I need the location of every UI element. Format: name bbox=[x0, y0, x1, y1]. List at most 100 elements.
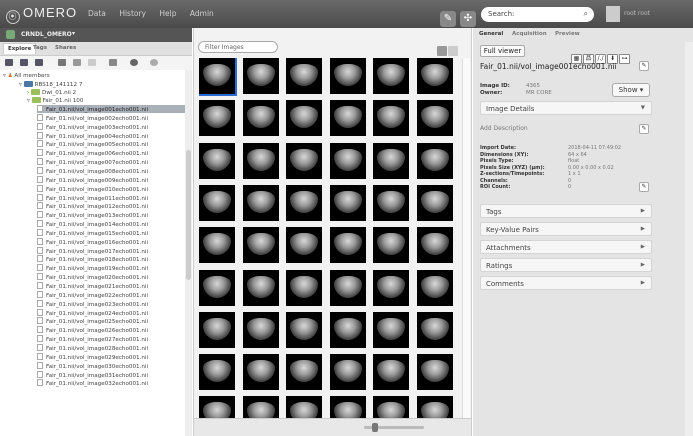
image-thumbnail[interactable] bbox=[199, 354, 235, 391]
group-selector[interactable]: CRNDL_OMERO ▾ bbox=[0, 28, 192, 42]
tree-image-item[interactable]: Fair_01.nii/vol_image024echo001.nii bbox=[37, 308, 185, 317]
image-thumbnail[interactable] bbox=[329, 142, 366, 179]
image-thumbnail[interactable] bbox=[199, 311, 235, 348]
filter-images-input[interactable]: Filter Images bbox=[198, 41, 278, 53]
image-thumbnail[interactable] bbox=[329, 354, 366, 391]
image-thumbnail[interactable] bbox=[242, 269, 279, 306]
tree-project[interactable]: ▿ RBS18_141112 7 bbox=[19, 81, 82, 88]
image-thumbnail[interactable] bbox=[286, 227, 322, 264]
tree-image-item[interactable]: Fair_01.nii/vol_image003echo001.nii bbox=[37, 122, 185, 131]
image-thumbnail[interactable] bbox=[286, 269, 322, 306]
search-input[interactable]: Search: ⌕ bbox=[481, 7, 594, 22]
image-thumbnail[interactable] bbox=[199, 58, 237, 96]
paste-icon[interactable] bbox=[88, 59, 96, 66]
image-thumbnail[interactable] bbox=[329, 58, 366, 94]
tree-image-item[interactable]: Fair_01.nii/vol_image001echo001.nii bbox=[37, 105, 185, 113]
nav-help[interactable]: Help bbox=[159, 9, 176, 18]
image-thumbnail[interactable] bbox=[416, 354, 453, 391]
image-thumbnail[interactable] bbox=[416, 100, 453, 137]
tree-image-item[interactable]: Fair_01.nii/vol_image026echo001.nii bbox=[37, 326, 185, 334]
image-thumbnail[interactable] bbox=[373, 227, 409, 264]
image-thumbnail[interactable] bbox=[329, 184, 366, 221]
image-thumbnail[interactable] bbox=[286, 396, 322, 418]
list-view-icon[interactable] bbox=[448, 46, 458, 56]
tree-image-item[interactable]: Fair_01.nii/vol_image032echo001.nii bbox=[37, 379, 185, 387]
thumbnail-view-icon[interactable] bbox=[437, 46, 447, 56]
new-dataset-icon[interactable] bbox=[20, 59, 28, 66]
image-thumbnail[interactable] bbox=[242, 354, 279, 391]
image-thumbnail[interactable] bbox=[329, 100, 366, 137]
nav-data[interactable]: Data bbox=[88, 9, 106, 18]
ratings-section[interactable]: Ratings ▶ bbox=[480, 258, 652, 272]
image-thumbnail[interactable] bbox=[242, 100, 279, 137]
link-icon[interactable]: ⊶ bbox=[619, 54, 630, 64]
tree-image-item[interactable]: Fair_01.nii/vol_image030echo001.nii bbox=[37, 361, 185, 370]
avatar[interactable] bbox=[606, 6, 620, 22]
tree-image-item[interactable]: Fair_01.nii/vol_image002echo001.nii bbox=[37, 113, 185, 122]
copy-icon[interactable] bbox=[73, 59, 81, 66]
cut-icon[interactable] bbox=[58, 59, 66, 66]
tree-image-item[interactable]: Fair_01.nii/vol_image023echo001.nii bbox=[37, 299, 185, 308]
scroll-thumb[interactable] bbox=[186, 150, 191, 280]
grid-scrollbar[interactable] bbox=[462, 58, 470, 418]
image-thumbnail[interactable] bbox=[199, 396, 235, 418]
tree-image-item[interactable]: Fair_01.nii/vol_image020echo001.nii bbox=[37, 273, 185, 281]
tree-image-item[interactable]: Fair_01.nii/vol_image006echo001.nii bbox=[37, 149, 185, 157]
tab-general[interactable]: General bbox=[479, 31, 503, 37]
tree-image-item[interactable]: Fair_01.nii/vol_image031echo001.nii bbox=[37, 370, 185, 379]
tree-root[interactable]: ▿ ♟ All members bbox=[3, 73, 50, 79]
nav-admin[interactable]: Admin bbox=[190, 9, 214, 18]
image-thumbnail[interactable] bbox=[373, 58, 409, 94]
tree-image-item[interactable]: Fair_01.nii/vol_image005echo001.nii bbox=[37, 140, 185, 148]
tree-scrollbar[interactable] bbox=[185, 70, 192, 436]
edit-name-icon[interactable]: ✎ bbox=[639, 61, 649, 71]
image-thumbnail[interactable] bbox=[199, 269, 235, 306]
tree-image-item[interactable]: Fair_01.nii/vol_image029echo001.nii bbox=[37, 352, 185, 361]
show-button[interactable]: Show ▾ bbox=[612, 83, 650, 97]
image-thumbnail[interactable] bbox=[329, 227, 366, 264]
image-thumbnail[interactable] bbox=[286, 184, 322, 221]
tree-image-item[interactable]: Fair_01.nii/vol_image018echo001.nii bbox=[37, 255, 185, 263]
tree-image-item[interactable]: Fair_01.nii/vol_image015echo001.nii bbox=[37, 228, 185, 237]
image-thumbnail[interactable] bbox=[329, 396, 366, 418]
tree-image-item[interactable]: Fair_01.nii/vol_image016echo001.nii bbox=[37, 237, 185, 246]
tree-image-item[interactable]: Fair_01.nii/vol_image019echo001.nii bbox=[37, 264, 185, 272]
chgrp-icon[interactable] bbox=[130, 59, 138, 66]
image-details-header[interactable]: Image Details ▼ bbox=[480, 101, 652, 115]
image-thumbnail[interactable] bbox=[373, 311, 409, 348]
image-thumbnail[interactable] bbox=[242, 311, 279, 348]
tab-tags[interactable]: Tags bbox=[33, 45, 47, 51]
nav-history[interactable]: History bbox=[119, 9, 146, 18]
image-thumbnail[interactable] bbox=[373, 354, 409, 391]
image-thumbnail[interactable] bbox=[416, 396, 453, 418]
image-thumbnail[interactable] bbox=[199, 100, 235, 137]
full-viewer-button[interactable]: Full viewer bbox=[480, 45, 525, 57]
image-thumbnail[interactable] bbox=[286, 100, 322, 137]
image-thumbnail[interactable] bbox=[373, 142, 409, 179]
image-thumbnail[interactable] bbox=[416, 269, 453, 306]
image-thumbnail[interactable] bbox=[199, 184, 235, 221]
image-thumbnail[interactable] bbox=[286, 311, 322, 348]
edit-description-icon[interactable]: ✎ bbox=[639, 124, 649, 134]
image-thumbnail[interactable] bbox=[416, 58, 453, 94]
add-description[interactable]: Add Description bbox=[480, 125, 528, 132]
image-thumbnail[interactable] bbox=[416, 142, 453, 179]
tree-image-item[interactable]: Fair_01.nii/vol_image010echo001.nii bbox=[37, 184, 185, 193]
tree-image-item[interactable]: Fair_01.nii/vol_image027echo001.nii bbox=[37, 335, 185, 343]
comments-section[interactable]: Comments ▶ bbox=[480, 276, 652, 290]
image-thumbnail[interactable] bbox=[242, 58, 279, 94]
tab-preview[interactable]: Preview bbox=[555, 31, 580, 37]
image-thumbnail[interactable] bbox=[373, 269, 409, 306]
tree-image-item[interactable]: Fair_01.nii/vol_image004echo001.nii bbox=[37, 131, 185, 140]
tree-image-item[interactable]: Fair_01.nii/vol_image011echo001.nii bbox=[37, 193, 185, 202]
image-thumbnail[interactable] bbox=[199, 142, 235, 179]
zoom-slider[interactable] bbox=[364, 423, 424, 432]
tree-image-item[interactable]: Fair_01.nii/vol_image007echo001.nii bbox=[37, 158, 185, 166]
image-thumbnail[interactable] bbox=[416, 227, 453, 264]
image-thumbnail[interactable] bbox=[286, 142, 322, 179]
tree-image-item[interactable]: Fair_01.nii/vol_image014echo001.nii bbox=[37, 220, 185, 228]
image-thumbnail[interactable] bbox=[416, 311, 453, 348]
tree-dataset-fair[interactable]: ▿ Fair_01.nii 100 bbox=[27, 97, 83, 104]
image-thumbnail[interactable] bbox=[242, 227, 279, 264]
tree-image-item[interactable]: Fair_01.nii/vol_image021echo001.nii bbox=[37, 282, 185, 290]
